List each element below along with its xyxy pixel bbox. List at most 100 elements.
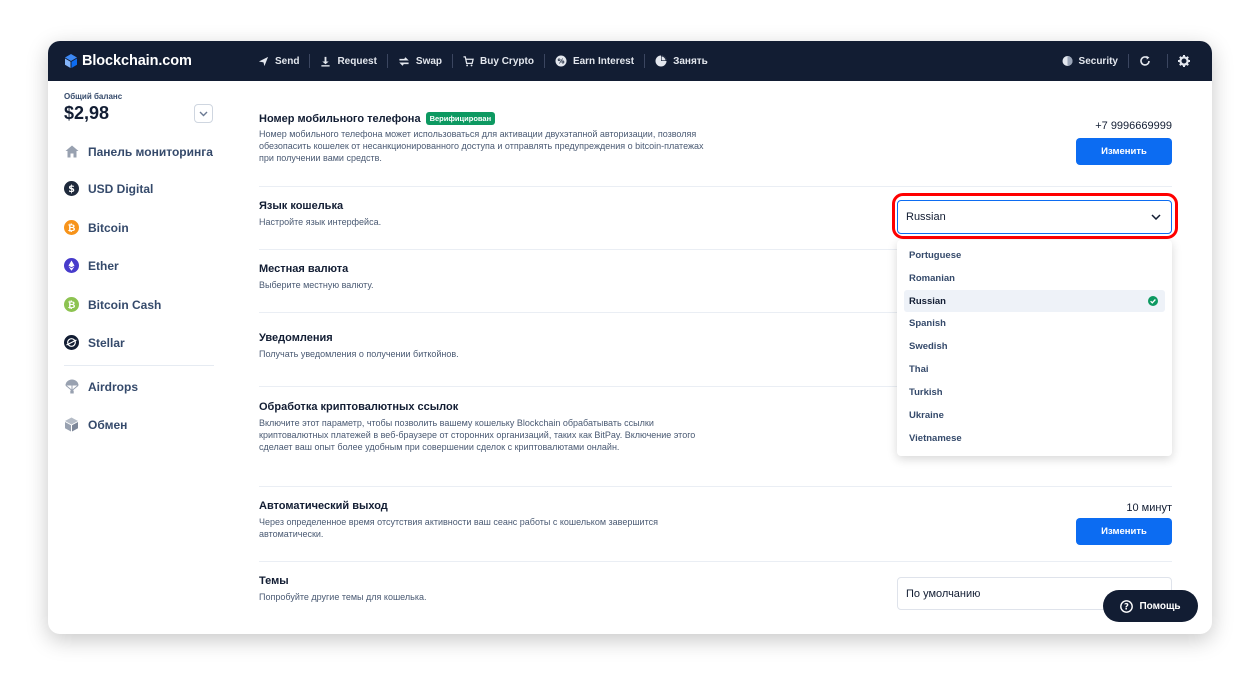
language-option-ukraine[interactable]: Ukraine [904, 404, 1165, 426]
phone-description: Номер мобильного телефона может использо… [259, 129, 704, 164]
auto-logout-value: 10 минут [1126, 502, 1172, 514]
language-option-label: Romanian [909, 272, 955, 284]
language-option-label: Spanish [909, 317, 946, 329]
auto-logout-title: Автоматический выход [259, 500, 388, 512]
pie-chart-icon [655, 55, 667, 67]
topbar-actions: Security [1052, 41, 1212, 81]
sidebar-item-label: Bitcoin Cash [88, 297, 162, 312]
sidebar-item-ether[interactable]: Ether [64, 258, 119, 273]
language-option-swedish[interactable]: Swedish [904, 335, 1165, 357]
sidebar-item-label: Airdrops [88, 379, 139, 394]
sidebar-item-stellar[interactable]: Stellar [64, 335, 125, 350]
top-navigation-bar: Blockchain.com Send Request Swap Buy Cry… [48, 41, 1212, 81]
chevron-down-icon [199, 111, 208, 116]
svg-text:$: $ [68, 184, 75, 195]
sidebar-item-label: Панель мониторинга [88, 144, 213, 159]
nav-borrow[interactable]: Занять [645, 41, 718, 81]
settings-button[interactable] [1168, 41, 1212, 81]
language-description: Настройте язык интерфейса. [259, 217, 382, 227]
nav-swap[interactable]: Swap [388, 41, 452, 81]
language-option-russian[interactable]: Russian [904, 290, 1165, 312]
language-option-turkish[interactable]: Turkish [904, 381, 1165, 403]
sidebar-item-usd-digital[interactable]: $ USD Digital [64, 181, 153, 196]
currency-description: Выберите местную валюту. [259, 280, 374, 290]
language-option-label: Thai [909, 363, 929, 375]
stellar-icon [64, 335, 79, 350]
sidebar-item-bitcoin[interactable]: ₿ Bitcoin [64, 220, 129, 235]
change-phone-button[interactable]: Изменить [1076, 138, 1172, 165]
phone-section-title: Номер мобильного телефона Верифицирован [259, 112, 496, 125]
language-option-label: Swedish [909, 340, 948, 352]
help-label: Помощь [1139, 600, 1181, 612]
language-select[interactable]: Russian [897, 200, 1172, 234]
nav-send[interactable]: Send [248, 41, 309, 81]
ether-icon [64, 258, 79, 273]
download-icon [321, 56, 331, 67]
shield-icon [1062, 56, 1073, 66]
sidebar-item-exchange[interactable]: Обмен [64, 417, 127, 432]
svg-text:%: % [557, 58, 564, 66]
nav-buy-crypto[interactable]: Buy Crypto [453, 41, 544, 81]
nav-request-label: Request [337, 55, 377, 67]
section-divider [259, 486, 1172, 487]
nav-request[interactable]: Request [310, 41, 386, 81]
home-icon [65, 145, 78, 158]
notifications-title: Уведомления [259, 332, 333, 344]
section-divider [259, 186, 1172, 187]
language-option-label: Turkish [909, 386, 943, 398]
checkmark-icon [1148, 296, 1158, 306]
logo-text: Blockchain.com [82, 53, 192, 69]
crypto-links-title: Обработка криптовалютных ссылок [259, 401, 459, 413]
send-icon [258, 56, 269, 66]
balance-dropdown-toggle[interactable] [194, 104, 213, 123]
language-option-label: Russian [909, 295, 946, 307]
change-auto-logout-button[interactable]: Изменить [1076, 518, 1172, 545]
swap-icon [399, 56, 409, 66]
gear-icon [1178, 55, 1190, 67]
usd-digital-icon: $ [64, 181, 79, 196]
refresh-icon [1140, 55, 1150, 66]
notifications-description: Получать уведомления о получении биткойн… [259, 349, 459, 359]
language-option-romanian[interactable]: Romanian [904, 267, 1165, 289]
nav-earn-interest[interactable]: % Earn Interest [545, 41, 644, 81]
currency-title: Местная валюта [259, 263, 349, 275]
parachute-icon [65, 379, 78, 394]
sidebar-item-airdrops[interactable]: Airdrops [64, 379, 138, 394]
language-option-vietnamese[interactable]: Vietnamese [904, 427, 1165, 449]
interest-icon: % [555, 55, 567, 67]
refresh-button[interactable] [1129, 41, 1167, 81]
language-title: Язык кошелька [259, 200, 344, 212]
help-button[interactable]: ? Помощь [1103, 590, 1198, 622]
language-option-label: Portuguese [909, 249, 962, 261]
sidebar-divider [64, 365, 214, 366]
blockchain-logo-icon [65, 54, 77, 68]
section-divider [259, 561, 1172, 562]
sidebar-item-dashboard[interactable]: Панель мониторинга [64, 144, 213, 159]
sidebar-item-bitcoin-cash[interactable]: ₿ Bitcoin Cash [64, 297, 161, 312]
nav-send-label: Send [275, 55, 300, 67]
svg-text:₿: ₿ [68, 223, 76, 234]
language-option-portuguese[interactable]: Portuguese [904, 244, 1165, 266]
sidebar-item-label: Обмен [88, 417, 128, 432]
themes-title: Темы [259, 575, 289, 587]
security-link[interactable]: Security [1052, 41, 1128, 81]
chevron-down-icon [1151, 214, 1161, 220]
nav-buy-crypto-label: Buy Crypto [480, 55, 534, 67]
sidebar-item-label: USD Digital [88, 181, 154, 196]
language-option-label: Ukraine [909, 409, 944, 421]
language-option-thai[interactable]: Thai [904, 358, 1165, 380]
crypto-links-description: Включите этот параметр, чтобы позволить … [259, 418, 696, 453]
language-option-spanish[interactable]: Spanish [904, 312, 1165, 334]
phone-number-value: +7 9996669999 [1095, 120, 1172, 132]
bitcoin-cash-icon: ₿ [64, 297, 79, 312]
cart-icon [463, 55, 474, 66]
sidebar-item-label: Ether [88, 258, 119, 273]
nav-borrow-label: Занять [673, 55, 708, 67]
logo[interactable]: Blockchain.com [64, 53, 234, 69]
language-dropdown-menu: Portuguese Romanian Russian Spanish Swed… [897, 240, 1172, 456]
auto-logout-description: Через определенное время отсутствия акти… [259, 517, 658, 540]
total-balance-label: Общий баланс [64, 92, 123, 101]
sidebar: Общий баланс $2,98 [48, 81, 228, 634]
security-label: Security [1078, 55, 1118, 67]
exchange-icon [65, 417, 78, 432]
